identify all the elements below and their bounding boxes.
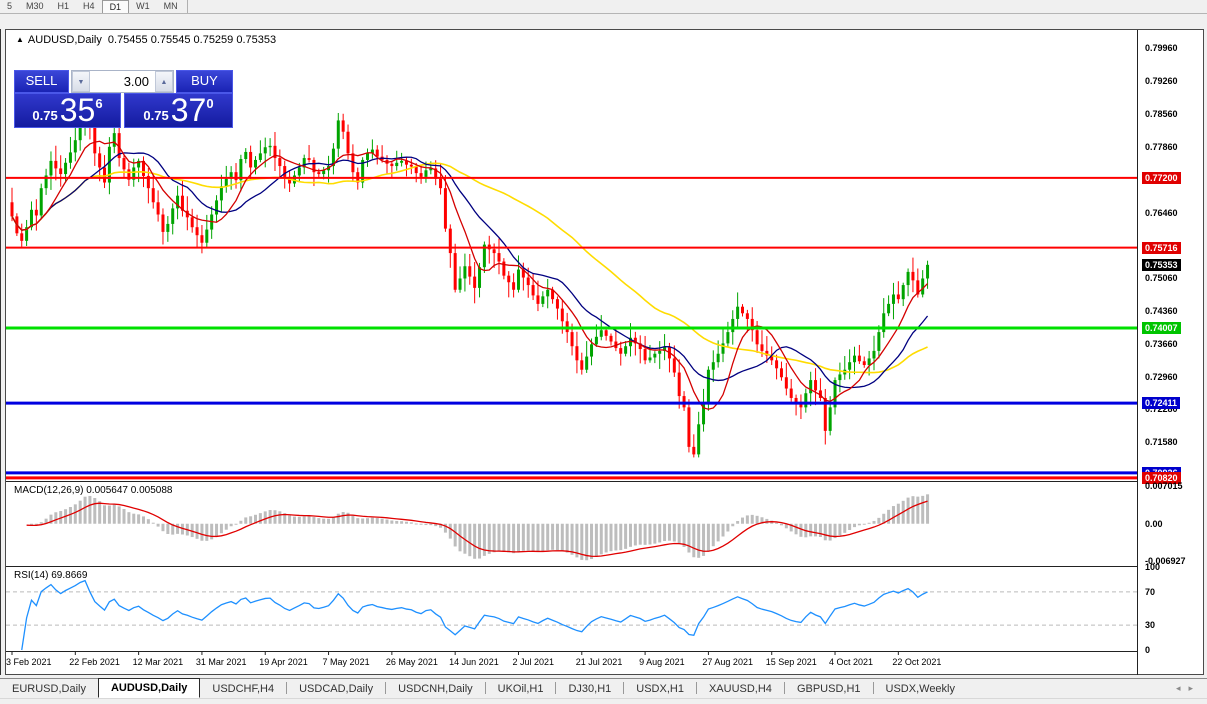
macd-axis-tick: 0.007015 — [1145, 481, 1183, 491]
price-axis-tick: 0.77860 — [1145, 141, 1178, 152]
date-axis-label: 21 Jul 2021 — [575, 657, 623, 667]
date-axis-label: 14 Jun 2021 — [449, 657, 499, 667]
price-axis-tick: 0.74360 — [1145, 306, 1178, 317]
date-axis-label: 9 Aug 2021 — [639, 657, 685, 667]
buy-price-prefix: 0.75 — [143, 108, 169, 123]
rsi-axis-tick: 30 — [1145, 620, 1156, 631]
level-price-badge: 0.72411 — [1142, 397, 1181, 410]
sell-price-display[interactable]: 0.75 35 6 — [14, 93, 121, 128]
chart-tab-eurusd[interactable]: EURUSD,Daily — [0, 680, 98, 698]
date-axis-label: 7 May 2021 — [322, 657, 370, 667]
sell-price-pip-digit: 6 — [95, 96, 103, 111]
price-axis-tick: 0.71580 — [1145, 437, 1178, 448]
window-left-edge — [0, 29, 1, 675]
rsi-axis-tick: 70 — [1145, 586, 1156, 597]
rsi-axis-tick: 100 — [1145, 562, 1161, 572]
tab-scroll-right-icon[interactable]: ▸ — [1188, 683, 1201, 693]
date-axis-label: 31 Mar 2021 — [195, 657, 247, 667]
price-axis-tick: 0.73660 — [1145, 339, 1178, 350]
date-axis-label: 2 Jul 2021 — [512, 657, 555, 667]
level-price-badge: 0.77200 — [1142, 171, 1181, 184]
sell-price-big-digits: 35 — [59, 92, 96, 128]
volume-decrease-button[interactable]: ▼ — [72, 71, 90, 92]
date-axis-label: 22 Feb 2021 — [69, 657, 120, 667]
buy-button[interactable]: BUY — [176, 70, 233, 93]
timeframe-toolbar: 5 M30 H1 H4 D1 W1 MN — [0, 0, 1207, 14]
chart-symbol-period: AUDUSD,Daily — [27, 34, 102, 46]
tab-scroll-left-icon[interactable]: ◂ — [1176, 683, 1189, 693]
chart-tab-audusd[interactable]: AUDUSD,Daily — [97, 678, 201, 698]
collapse-triangle-icon[interactable]: ▲ — [16, 35, 24, 44]
level-price-badge: 0.74007 — [1142, 322, 1181, 334]
macd-axis-tick: 0.00 — [1145, 518, 1163, 529]
chart-tab-usdchf[interactable]: USDCHF,H4 — [200, 680, 286, 698]
timeframe-button-d1[interactable]: D1 — [101, 0, 130, 13]
date-axis-label: 4 Oct 2021 — [829, 657, 874, 667]
status-strip — [0, 698, 1207, 704]
chart-tab-usdcad[interactable]: USDCAD,Daily — [287, 680, 385, 698]
macd-indicator-label: MACD(12,26,9) 0.005647 0.005088 — [14, 485, 173, 496]
timeframe-button-m30[interactable]: M30 — [19, 0, 51, 13]
chart-tab-gbpusd[interactable]: GBPUSD,H1 — [785, 680, 873, 698]
chart-tab-usdx[interactable]: USDX,H1 — [624, 680, 696, 698]
price-axis-tick: 0.79260 — [1145, 75, 1178, 86]
price-axis-tick: 0.79960 — [1145, 43, 1178, 53]
level-price-badge: 0.75716 — [1142, 241, 1181, 254]
price-axis-tick: 0.76460 — [1145, 207, 1178, 218]
price-axis-tick: 0.78560 — [1145, 108, 1178, 119]
chart-tab-usdcnh[interactable]: USDCNH,Daily — [386, 680, 485, 698]
date-axis-label: 26 May 2021 — [385, 657, 438, 667]
chart-title: ▲ AUDUSD,Daily 0.75455 0.75545 0.75259 0.7… — [16, 34, 276, 46]
chart-window[interactable]: ▲ AUDUSD,Daily 0.75455 0.75545 0.75259 0.7… — [5, 29, 1204, 675]
date-axis-label: 27 Aug 2021 — [702, 657, 753, 667]
date-axis-label: 12 Mar 2021 — [132, 657, 184, 667]
volume-input[interactable] — [90, 71, 155, 92]
buy-price-pip-digit: 0 — [206, 96, 214, 111]
timeframe-button-h1[interactable]: H1 — [51, 0, 77, 13]
rsi-axis-tick: 0 — [1145, 645, 1151, 655]
tab-scroll-arrows[interactable]: ◂▸ — [1176, 683, 1201, 694]
date-axis-label: 19 Apr 2021 — [259, 657, 308, 667]
volume-spinner: ▼ ▲ — [71, 70, 174, 93]
timeframe-button-5[interactable]: 5 — [0, 0, 19, 13]
trading-terminal: 5 M30 H1 H4 D1 W1 MN ▲ AUDUSD,Daily 0.75455 0.75… — [0, 0, 1207, 704]
sell-button[interactable]: SELL — [14, 70, 69, 93]
rsi-indicator-label: RSI(14) 69.8669 — [14, 570, 88, 581]
timeframe-button-h4[interactable]: H4 — [76, 0, 102, 13]
buy-price-display[interactable]: 0.75 37 0 — [124, 93, 233, 128]
toolbar-separator — [186, 0, 188, 13]
timeframe-button-mn[interactable]: MN — [157, 0, 185, 13]
chart-tab-usdx[interactable]: USDX,Weekly — [874, 680, 967, 698]
price-axis[interactable]: 0.79960 0.79260 0.78560 0.77860 0.76460 0.750… — [1138, 30, 1202, 675]
date-axis-label: 15 Sep 2021 — [765, 657, 817, 667]
chart-tab-bar: EURUSD,Daily AUDUSD,Daily USDCHF,H4 USDCAD,… — [0, 678, 1207, 698]
chart-tab-xauusd[interactable]: XAUUSD,H4 — [697, 680, 784, 698]
timeframe-button-w1[interactable]: W1 — [129, 0, 157, 13]
chart-tab-dj30[interactable]: DJ30,H1 — [556, 680, 623, 698]
volume-increase-button[interactable]: ▲ — [155, 71, 173, 92]
buy-price-big-digits: 37 — [170, 92, 207, 128]
chart-ohlc-values: 0.75455 0.75545 0.75259 0.75353 — [107, 34, 277, 46]
chart-tab-ukoil[interactable]: UKOil,H1 — [486, 680, 556, 698]
sell-price-prefix: 0.75 — [32, 108, 58, 123]
price-axis-tick: 0.75060 — [1145, 273, 1178, 284]
date-axis-label: 22 Oct 2021 — [892, 657, 942, 667]
price-axis-tick: 0.72960 — [1145, 372, 1178, 383]
date-axis-label: 3 Feb 2021 — [6, 657, 52, 667]
one-click-trade-panel: SELL ▼ ▲ BUY 0.75 35 6 0.75 37 0 — [14, 70, 233, 128]
current-price-badge: 0.75353 — [1142, 258, 1181, 271]
